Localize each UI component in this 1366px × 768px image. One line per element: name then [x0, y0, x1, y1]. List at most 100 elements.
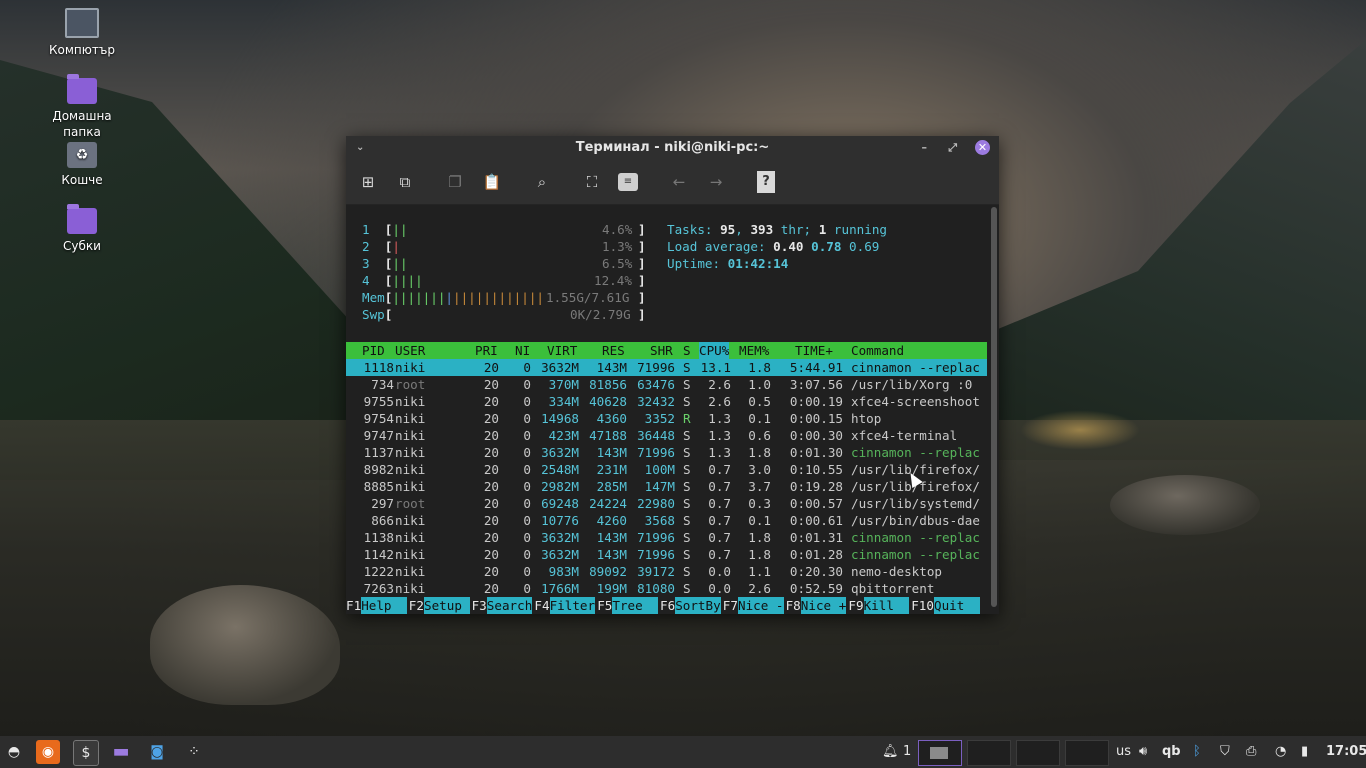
column-user[interactable]: USER	[395, 342, 425, 359]
cell-pri: 20	[483, 360, 499, 375]
desktop-icon-computer[interactable]: Компютър	[42, 8, 122, 58]
terminal-scrollbar[interactable]	[991, 207, 997, 607]
column-state[interactable]: S	[683, 342, 691, 359]
computer-icon	[65, 8, 99, 38]
window-titlebar[interactable]: ⌄ Терминал - niki@niki-pc:~ – ⤢ ✕	[346, 136, 999, 160]
workspace-3[interactable]	[1016, 740, 1060, 766]
window-menu-icon[interactable]: ⌄	[356, 136, 364, 160]
maximize-icon[interactable]: ⤢	[948, 136, 957, 160]
minimize-icon[interactable]: –	[922, 136, 928, 160]
column-cpu[interactable]: CPU%	[699, 342, 730, 359]
process-row[interactable]: 734 root 20 0 370M 81856 63476 S 2.6 1.0 3:07.56/u…	[346, 376, 987, 393]
process-row[interactable]: 297 root 20 0 69248 24224 22980 S 0.7 0.3 0:00.57 /…	[346, 495, 987, 512]
column-res[interactable]: RES	[602, 342, 625, 359]
cpu-meter-2: 2 [|	[362, 239, 400, 254]
fkey-f10[interactable]: F10	[911, 597, 934, 614]
fkey-f5[interactable]: F5	[597, 597, 612, 614]
next-tab-icon[interactable]: →	[706, 172, 726, 192]
fkey-label[interactable]: Nice +	[800, 597, 847, 614]
paste-icon[interactable]: 📋	[482, 172, 502, 192]
new-tab-icon[interactable]: ⊞	[358, 172, 378, 192]
printer-icon[interactable]: ⎙	[1246, 736, 1256, 768]
previous-tab-icon[interactable]: ←	[669, 172, 689, 192]
wallpaper-rock-right	[1110, 475, 1260, 535]
bluetooth-icon[interactable]: ᛒ	[1193, 736, 1201, 768]
files-icon[interactable]: ▬	[109, 740, 133, 764]
terminal-launcher-icon[interactable]: $	[73, 740, 99, 766]
clock[interactable]: 17:05	[1326, 736, 1366, 768]
fkey-label[interactable]: Tree	[612, 597, 658, 614]
process-row[interactable]: 9747 niki 20 0 423M 47188 36448 S 1.3 0.6 0:00.30 x…	[346, 427, 987, 444]
power-icon[interactable]: ▮	[1301, 736, 1308, 768]
search-icon[interactable]: ⌕	[532, 172, 552, 192]
column-pri[interactable]: PRI	[475, 342, 498, 359]
cell-virt: 2548M	[541, 462, 579, 477]
menu-icon[interactable]: ◓	[2, 740, 26, 764]
process-row[interactable]: 9755 niki 20 0 334M 40628 32432 S 2.6 0.5 0:00.19 x…	[346, 393, 987, 410]
fkey-label[interactable]: Nice -	[738, 597, 784, 614]
desktop-icon-trash[interactable]: ♻ Кошче	[42, 142, 122, 188]
process-row[interactable]: 1138 niki 20 0 3632M 143M 71996 S 0.7 1.8 0:01.31 c…	[346, 529, 987, 546]
column-virt[interactable]: VIRT	[547, 342, 577, 359]
process-row[interactable]: 1137 niki 20 0 3632M 143M 71996 S 1.3 1.8 0:01.30 c…	[346, 444, 987, 461]
volume-icon[interactable]: 🔊︎	[1139, 736, 1147, 768]
workspace-4[interactable]	[1065, 740, 1109, 766]
desktop-icon-subki[interactable]: Субки	[42, 204, 122, 254]
qbittorrent-tray[interactable]: qb	[1162, 736, 1181, 768]
fkey-f1[interactable]: F1	[346, 597, 361, 614]
fkey-f2[interactable]: F2	[409, 597, 424, 614]
process-row[interactable]: 866 niki 20 0 10776 4260 3568 S 0.7 0.1 0:00.61/us…	[346, 512, 987, 529]
process-row[interactable]: 1222 niki 20 0 983M 89092 39172 S 0.0 1.1 0:20.30 n…	[346, 563, 987, 580]
toggle-menubar-icon[interactable]: ≡	[618, 173, 638, 191]
cell-pid: 734	[371, 377, 394, 392]
desktop-icon-home[interactable]: Домашна папка	[42, 74, 122, 140]
process-row[interactable]: 1142 niki 20 0 3632M 143M 71996 S 0.7 1.8 0:01.28 c…	[346, 546, 987, 563]
fkey-f3[interactable]: F3	[472, 597, 487, 614]
fkey-label[interactable]: Search	[486, 597, 533, 614]
keyboard-layout[interactable]: us	[1116, 736, 1131, 768]
screenshot-icon[interactable]: ◙	[145, 740, 169, 764]
cell-pri: 20	[483, 496, 499, 511]
column-command[interactable]: Command	[851, 342, 904, 359]
help-icon[interactable]: ?	[757, 171, 775, 193]
show-apps-icon[interactable]: ⁘	[182, 740, 206, 764]
column-pid[interactable]: PID	[362, 342, 385, 359]
fullscreen-icon[interactable]: ⛶	[582, 172, 602, 192]
terminal-content[interactable]: 1 [|| 4.6% ] 2 [| 1.3% ] 3 [|| 6.5% ] 4 …	[346, 205, 999, 614]
fkey-label[interactable]: Quit	[934, 597, 980, 614]
process-row[interactable]: 9754 niki 20 0 14968 4360 3352 R 1.3 0.1 0:00.15 ht…	[346, 410, 987, 427]
cell-virt: 983M	[548, 564, 579, 579]
fkey-label[interactable]: Filter	[549, 597, 596, 614]
process-row[interactable]: 8982 niki 20 0 2548M 231M 100M S 0.7 3.0 0:10.55/u…	[346, 461, 987, 478]
fkey-label[interactable]: Setup	[424, 597, 470, 614]
fkey-f9[interactable]: F9	[848, 597, 863, 614]
process-row[interactable]: 8885 niki 20 0 2982M 285M 147M S 0.7 3.7 0:19.28/u…	[346, 478, 987, 495]
terminal-window[interactable]: ⌄ Терминал - niki@niki-pc:~ – ⤢ ✕ ⊞ ⧉ ❐ …	[346, 136, 999, 614]
close-icon[interactable]: ✕	[975, 140, 990, 155]
process-row[interactable]: 1118 niki 20 0 3632M 143M 71996 S 13.1 1.8 5:44.91…	[346, 359, 987, 376]
process-row[interactable]: 7263 niki 20 0 1766M 199M 81080 S 0.0 2.6 0:52.59 q…	[346, 580, 987, 597]
new-window-icon[interactable]: ⧉	[395, 172, 415, 192]
firefox-icon[interactable]: ◉	[36, 740, 60, 764]
column-shr[interactable]: SHR	[650, 342, 673, 359]
cell-mem: 1.1	[748, 564, 771, 579]
workspace-1[interactable]	[918, 740, 962, 766]
fkey-f8[interactable]: F8	[786, 597, 801, 614]
copy-icon[interactable]: ❐	[445, 172, 465, 192]
cell-shr: 32432	[637, 394, 675, 409]
fkey-label[interactable]: Kill	[863, 597, 910, 614]
column-time[interactable]: TIME+	[795, 342, 833, 359]
workspace-2[interactable]	[967, 740, 1011, 766]
column-ni[interactable]: NI	[515, 342, 530, 359]
shield-icon[interactable]: ⛉	[1220, 736, 1230, 768]
fkey-f4[interactable]: F4	[534, 597, 549, 614]
fkey-f7[interactable]: F7	[723, 597, 738, 614]
window-title: Терминал - niki@niki-pc:~	[575, 140, 770, 155]
notifications-icon[interactable]: 🔔︎	[882, 736, 899, 768]
fkey-label[interactable]: Help	[361, 597, 407, 614]
fkey-label[interactable]: SortBy	[675, 597, 721, 614]
taskbar: ◓ ◉ $ ▬ ◙ ⁘ 🔔︎ 1 us 🔊︎ qb ᛒ ⛉ ⎙ ◔ ▮ 17:0…	[0, 736, 1366, 768]
wifi-icon[interactable]: ◔	[1275, 736, 1286, 768]
column-mem[interactable]: MEM%	[739, 342, 769, 359]
fkey-f6[interactable]: F6	[660, 597, 675, 614]
